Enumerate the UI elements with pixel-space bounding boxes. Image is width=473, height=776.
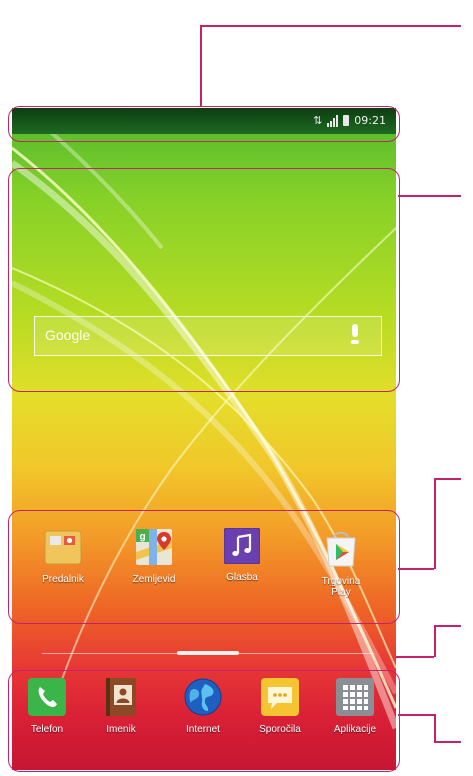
leader-divider-v: [434, 625, 436, 657]
leader-status-v: [200, 25, 202, 107]
callout-widget: [8, 168, 400, 392]
leader-dock-h2: [434, 741, 461, 743]
leader-favorites-h2: [434, 478, 461, 480]
leader-dock-v: [434, 714, 436, 742]
callout-dock: [8, 670, 400, 772]
callout-status-bar: [8, 106, 400, 142]
leader-divider-h2: [434, 625, 461, 627]
leader-dock-h: [398, 714, 434, 716]
leader-favorites-v: [434, 478, 436, 569]
callout-favorites: [8, 510, 400, 624]
leader-status-h: [200, 25, 461, 27]
leader-widget: [398, 195, 461, 197]
home-page-indicator[interactable]: [177, 651, 239, 655]
leader-favorites-h: [398, 568, 434, 570]
leader-divider-h: [396, 656, 434, 658]
